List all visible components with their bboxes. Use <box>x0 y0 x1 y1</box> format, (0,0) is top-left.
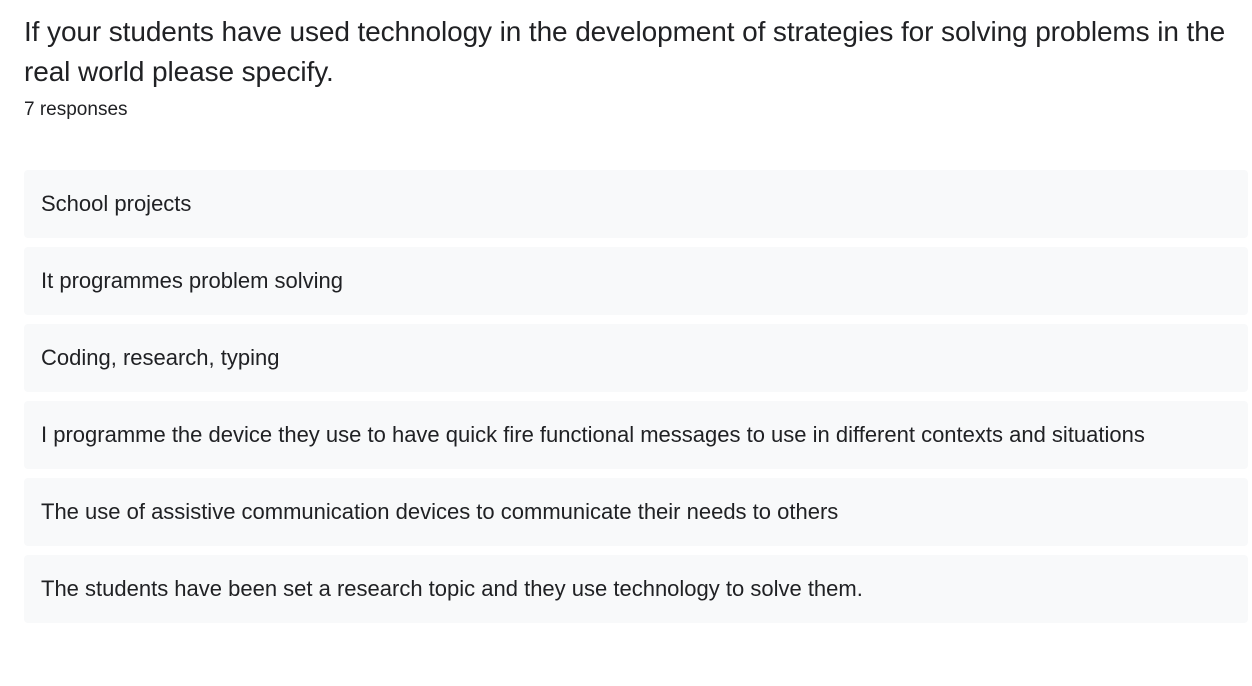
response-item: Coding, research, typing <box>24 324 1248 392</box>
response-item: I programme the device they use to have … <box>24 401 1248 469</box>
response-list: School projects It programmes problem so… <box>24 170 1248 623</box>
response-count: 7 responses <box>24 99 128 120</box>
response-item: The students have been set a research to… <box>24 555 1248 623</box>
response-item: It programmes problem solving <box>24 247 1248 315</box>
response-item: School projects <box>24 170 1248 238</box>
question-card: If your students have used technology in… <box>24 0 1248 632</box>
question-title: If your students have used technology in… <box>24 16 1226 87</box>
response-item: The use of assistive communication devic… <box>24 478 1248 546</box>
